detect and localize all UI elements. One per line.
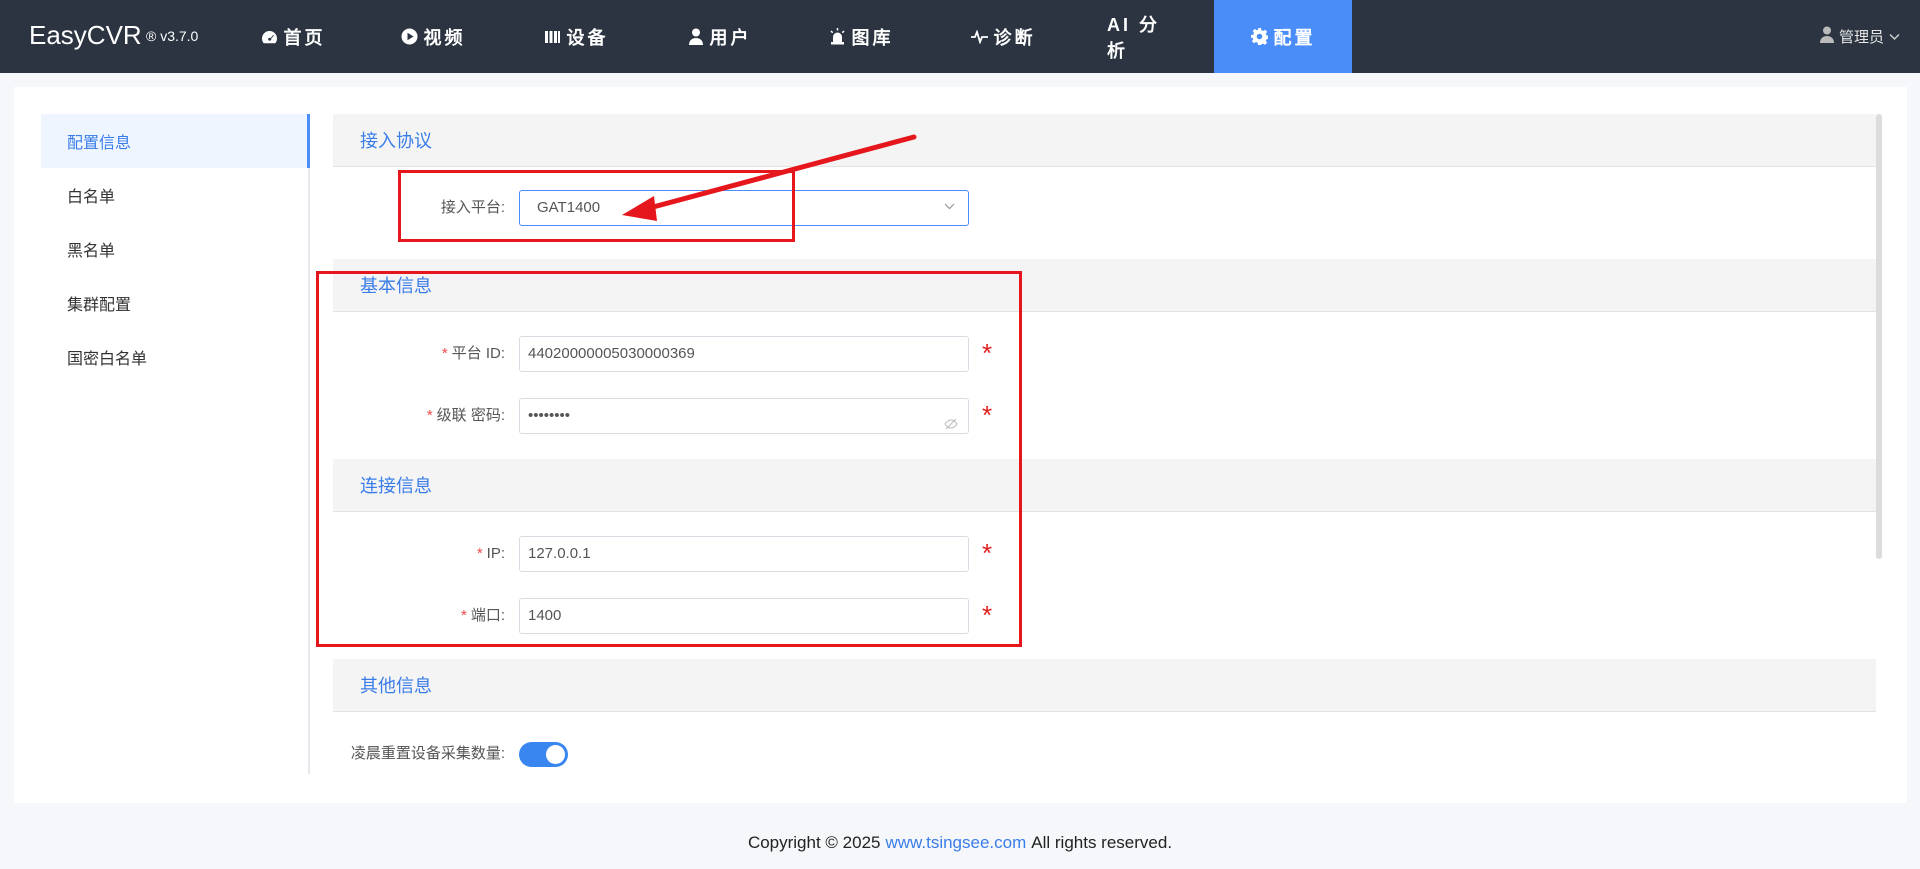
brand-logo[interactable]: EasyCVR [29,20,142,51]
reset-label: 凌晨重置设备采集数量: [350,745,505,762]
footer-link[interactable]: www.tsingsee.com [885,833,1026,853]
footer: Copyright © 2025 www.tsingsee.com All ri… [0,816,1920,869]
version-label: ® v3.7.0 [146,28,199,44]
section-protocol-title: 接入协议 [333,114,1876,167]
sidebar-item-config-info[interactable]: 配置信息 [41,114,310,168]
annotation-box-platform [398,170,795,242]
nav-label: 视频 [423,27,466,48]
sidebar-item-label: 白名单 [67,189,116,206]
chevron-down-icon [1889,28,1900,45]
nav-ai-analysis[interactable]: AI 分析 [1107,0,1179,73]
nav-label: AI 分析 [1107,14,1161,61]
nav-label: 配置 [1273,27,1316,48]
sidebar-item-label: 集群配置 [67,297,132,314]
config-sidebar: 配置信息 白名单 黑名单 集群配置 国密白名单 [41,114,310,774]
sidebar-item-label: 配置信息 [67,135,132,152]
alarm-icon [829,28,847,46]
nav-label: 首页 [283,27,326,48]
user-icon [687,28,705,46]
gear-icon [1251,28,1269,46]
play-icon [401,28,419,46]
section-other-title: 其他信息 [333,659,1876,712]
user-avatar-icon [1819,26,1834,47]
annotation-box-settings [316,271,1022,647]
nav-label: 诊断 [993,27,1036,48]
sidebar-item-blacklist[interactable]: 黑名单 [41,222,308,276]
top-navbar: EasyCVR ® v3.7.0 首页 视频 设备 用户 图库 诊断 AI 分析… [0,0,1920,73]
sidebar-item-label: 黑名单 [67,243,116,260]
reset-toggle[interactable] [519,742,568,767]
content-scrollbar[interactable] [1876,114,1882,559]
nav-config[interactable]: 配置 [1214,0,1352,73]
pulse-icon [971,28,989,46]
nav-gallery[interactable]: 图库 [825,0,897,73]
nav-device[interactable]: 设备 [541,0,611,73]
sidebar-item-sm-whitelist[interactable]: 国密白名单 [41,330,308,384]
sidebar-item-label: 国密白名单 [67,351,148,368]
sidebar-item-cluster[interactable]: 集群配置 [41,276,308,330]
nav-label: 设备 [566,27,609,48]
dashboard-icon [261,28,279,46]
reset-row: 凌晨重置设备采集数量: [333,736,1333,772]
footer-copyright: Copyright © 2025 [747,832,881,852]
nav-user[interactable]: 用户 [683,0,755,73]
nav-diagnose[interactable]: 诊断 [967,0,1039,73]
sidebar-item-whitelist[interactable]: 白名单 [41,168,308,222]
nav-label: 图库 [851,27,894,48]
user-name: 管理员 [1838,29,1884,46]
toggle-knob [546,745,565,764]
user-menu[interactable]: 管理员 [1819,26,1900,47]
nav-video[interactable]: 视频 [398,0,468,73]
footer-rights: All rights reserved. [1031,832,1173,852]
chevron-down-icon [944,201,955,211]
device-icon [544,28,562,46]
nav-home[interactable]: 首页 [250,0,336,73]
nav-label: 用户 [709,27,752,48]
